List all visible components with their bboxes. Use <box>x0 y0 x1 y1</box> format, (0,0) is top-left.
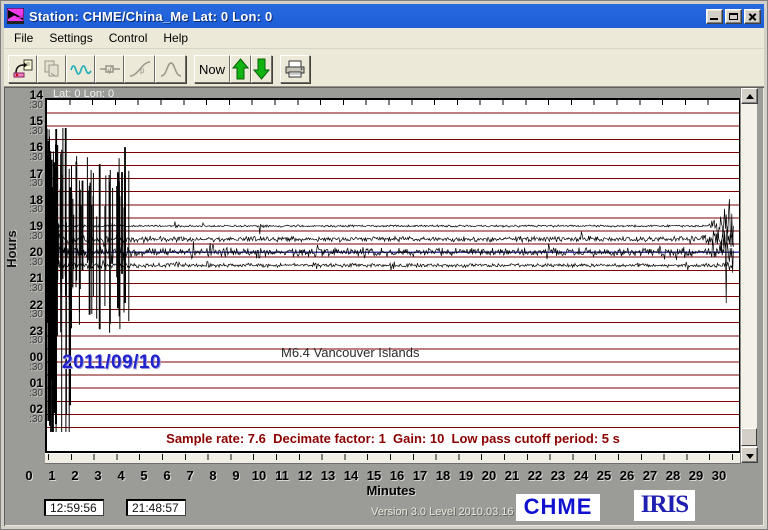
maximize-icon <box>729 13 738 20</box>
minute-label-8: 8 <box>202 468 224 483</box>
seismometer-icon <box>99 59 121 79</box>
half-hour-label: :30 <box>4 283 43 294</box>
title-bar[interactable]: Station: CHME/China_Me Lat: 0 Lon: 0 <box>4 4 764 28</box>
app-helicorder-icon <box>7 8 24 24</box>
station-code-logo: CHME <box>516 494 600 521</box>
minute-label-22: 22 <box>524 468 546 483</box>
minute-label-30: 30 <box>708 468 730 483</box>
toolbar: p Now <box>4 49 764 87</box>
now-button[interactable]: Now <box>194 55 230 83</box>
copy-button[interactable] <box>37 55 66 83</box>
minute-label-11: 11 <box>271 468 293 483</box>
green-up-arrow-icon <box>232 58 249 80</box>
document-arrow-icon <box>12 58 34 80</box>
scrollbar-thumb[interactable] <box>741 428 757 446</box>
minute-label-28: 28 <box>662 468 684 483</box>
minute-label-6: 6 <box>156 468 178 483</box>
half-hour-label: :30 <box>4 231 43 242</box>
minute-ticks <box>48 454 739 460</box>
minute-label-15: 15 <box>363 468 385 483</box>
gaussian-button[interactable] <box>155 55 186 83</box>
minute-label-17: 17 <box>409 468 431 483</box>
scrollbar-down-button[interactable] <box>741 447 758 463</box>
vertical-scrollbar[interactable] <box>740 88 757 463</box>
version-label: Version 3.0 Level 2010.03.16 <box>371 506 514 518</box>
green-down-arrow-icon <box>253 58 270 80</box>
window-title: Station: CHME/China_Me Lat: 0 Lon: 0 <box>29 9 706 24</box>
minute-label-16: 16 <box>386 468 408 483</box>
scroll-down-button[interactable] <box>251 55 272 83</box>
current-time-field[interactable]: 21:48:57 <box>126 499 186 516</box>
bell-curve-icon <box>159 59 183 79</box>
minute-label-21: 21 <box>501 468 523 483</box>
x-axis-strip <box>45 453 741 464</box>
waveform-icon <box>70 59 92 79</box>
minute-label-0: 0 <box>18 468 40 483</box>
half-hour-label: :30 <box>4 362 43 373</box>
acquisition-info-line: Sample rate: 7.6 Decimate factor: 1 Gain… <box>47 431 739 446</box>
minute-label-2: 2 <box>64 468 86 483</box>
iris-logo: IRIS <box>634 490 695 521</box>
event-annotation: M6.4 Vancouver Islands <box>281 345 420 360</box>
filter-curve-icon: p <box>128 59 152 79</box>
half-hour-label: :30 <box>4 152 43 163</box>
minute-label-25: 25 <box>593 468 615 483</box>
half-hour-label: :30 <box>4 126 43 137</box>
close-button[interactable] <box>744 9 761 24</box>
copy-icon <box>42 59 62 79</box>
minute-label-14: 14 <box>340 468 362 483</box>
filter-button[interactable]: p <box>124 55 155 83</box>
down-triangle-icon <box>746 454 754 459</box>
svg-text:p: p <box>140 66 145 75</box>
minute-label-1: 1 <box>41 468 63 483</box>
minute-label-18: 18 <box>432 468 454 483</box>
scroll-up-button[interactable] <box>230 55 251 83</box>
half-hour-label: :30 <box>4 204 43 215</box>
menu-item-settings[interactable]: Settings <box>41 29 100 47</box>
open-data-button[interactable] <box>8 55 37 83</box>
application-window: Station: CHME/China_Me Lat: 0 Lon: 0 Fil… <box>0 0 768 530</box>
half-hour-label: :30 <box>4 388 43 399</box>
minimize-icon <box>710 18 718 20</box>
half-hour-label: :30 <box>4 309 43 320</box>
minute-label-10: 10 <box>248 468 270 483</box>
minute-label-24: 24 <box>570 468 592 483</box>
scrollbar-up-button[interactable] <box>741 88 758 104</box>
menu-bar: FileSettingsControlHelp <box>4 28 764 49</box>
print-button[interactable] <box>280 55 310 83</box>
half-hour-label: :30 <box>4 257 43 268</box>
half-hour-label: :30 <box>4 335 43 346</box>
menu-item-help[interactable]: Help <box>155 29 196 47</box>
seismogram-canvas <box>47 100 739 451</box>
minute-label-23: 23 <box>547 468 569 483</box>
half-hour-label: :30 <box>4 414 43 425</box>
waveform-button[interactable] <box>66 55 95 83</box>
maximize-button[interactable] <box>725 9 742 24</box>
helicorder-plot[interactable] <box>45 98 741 453</box>
minute-label-9: 9 <box>225 468 247 483</box>
minute-label-29: 29 <box>685 468 707 483</box>
minute-label-12: 12 <box>294 468 316 483</box>
menu-item-control[interactable]: Control <box>101 29 156 47</box>
seismometer-button[interactable] <box>95 55 124 83</box>
minimize-button[interactable] <box>706 9 723 24</box>
recording-date-label: 2011/09/10 <box>62 352 161 374</box>
client-area: Lat: 0 Lon: 0 Hours 14:3015:3016:3017:30… <box>4 87 764 526</box>
minute-label-19: 19 <box>455 468 477 483</box>
minute-label-27: 27 <box>639 468 661 483</box>
up-triangle-icon <box>746 94 754 99</box>
printer-icon <box>283 59 307 79</box>
minute-label-5: 5 <box>133 468 155 483</box>
minute-label-13: 13 <box>317 468 339 483</box>
x-axis-title: Minutes <box>349 483 433 498</box>
minute-label-20: 20 <box>478 468 500 483</box>
minute-label-26: 26 <box>616 468 638 483</box>
menu-item-file[interactable]: File <box>6 29 41 47</box>
half-hour-label: :30 <box>4 100 43 111</box>
start-time-field[interactable]: 12:59:56 <box>44 499 104 516</box>
minute-label-7: 7 <box>179 468 201 483</box>
minute-label-3: 3 <box>87 468 109 483</box>
half-hour-label: :30 <box>4 178 43 189</box>
minute-label-4: 4 <box>110 468 132 483</box>
